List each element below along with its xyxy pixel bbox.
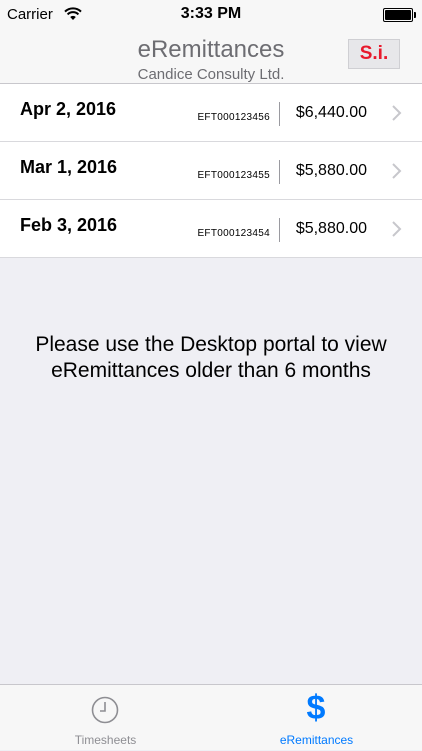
- battery-icon: [383, 8, 416, 22]
- notice-line: eRemittances older than 6 months: [51, 359, 371, 382]
- tab-label: Timesheets: [74, 733, 137, 747]
- older-remittances-notice: Please use the Desktop portal to view eR…: [0, 332, 422, 384]
- remittance-date: Mar 1, 2016: [20, 157, 118, 177]
- remittance-row[interactable]: Mar 1, 2016 EFT000123455 $5,880.00: [0, 142, 422, 200]
- divider: [279, 160, 280, 184]
- remittance-list: Apr 2, 2016 EFT000123456 $6,440.00 Mar 1…: [0, 84, 422, 258]
- chevron-right-icon: [392, 221, 402, 237]
- remittance-reference: EFT000123456: [197, 112, 270, 123]
- dollar-icon: $: [306, 689, 326, 727]
- tab-eremittances[interactable]: $ eRemittances: [211, 685, 422, 751]
- divider: [279, 218, 280, 242]
- remittance-row[interactable]: Feb 3, 2016 EFT000123454 $5,880.00: [0, 200, 422, 258]
- company-logo: S.i.: [348, 39, 400, 69]
- remittance-amount: $6,440.00: [295, 104, 367, 121]
- clock-icon: [91, 696, 119, 724]
- tab-timesheets[interactable]: Timesheets: [0, 685, 211, 751]
- remittance-reference: EFT000123454: [197, 228, 270, 239]
- notice-line: Please use the Desktop portal to view: [35, 333, 387, 356]
- tab-bar: Timesheets $ eRemittances: [0, 684, 422, 750]
- chevron-right-icon: [392, 163, 402, 179]
- status-time: 3:33 PM: [180, 5, 242, 22]
- remittance-date: Apr 2, 2016: [20, 99, 117, 119]
- divider: [279, 102, 280, 126]
- status-bar: Carrier 3:33 PM: [0, 0, 422, 30]
- navigation-bar: eRemittances Candice Consulty Ltd. S.i.: [0, 30, 422, 84]
- remittance-reference: EFT000123455: [197, 170, 270, 181]
- remittance-date: Feb 3, 2016: [20, 215, 118, 235]
- chevron-right-icon: [392, 105, 402, 121]
- remittance-row[interactable]: Apr 2, 2016 EFT000123456 $6,440.00: [0, 84, 422, 142]
- remittance-amount: $5,880.00: [295, 220, 367, 237]
- tab-label: eRemittances: [279, 733, 354, 747]
- remittance-amount: $5,880.00: [295, 162, 367, 179]
